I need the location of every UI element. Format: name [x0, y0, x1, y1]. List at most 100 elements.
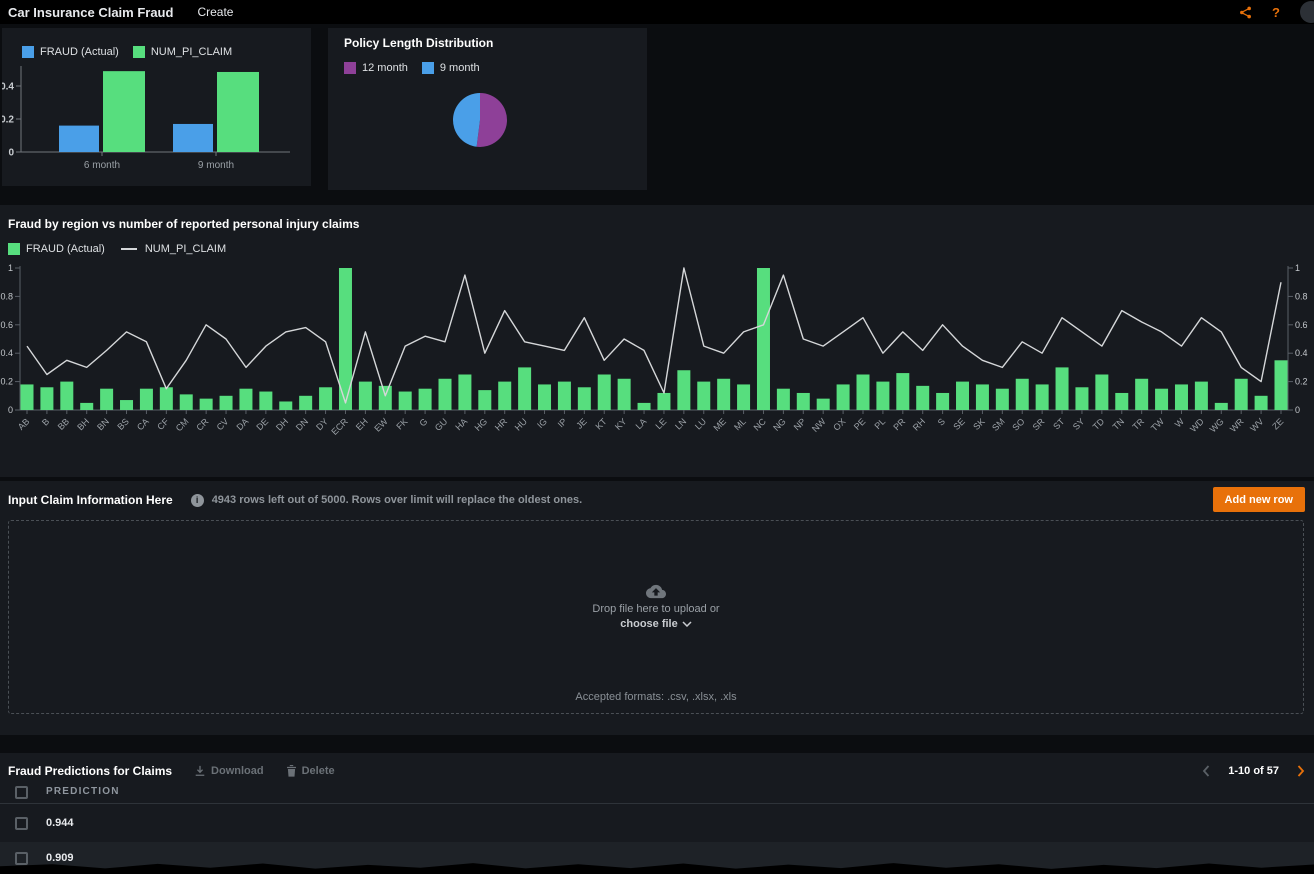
cloud-upload-icon [646, 583, 666, 600]
svg-text:0.4: 0.4 [0, 348, 13, 358]
legend-item-9month: 9 month [422, 62, 480, 74]
svg-text:SM: SM [990, 416, 1007, 433]
select-all-checkbox[interactable] [15, 786, 28, 799]
card-fraud-by-policy-length: FRAUD (Actual) NUM_PI_CLAIM 00.20.46 mon… [2, 28, 311, 186]
svg-text:0.6: 0.6 [0, 320, 13, 330]
svg-text:JE: JE [574, 416, 589, 431]
delete-button[interactable]: Delete [286, 765, 335, 777]
svg-text:RH: RH [911, 416, 927, 432]
svg-text:0.2: 0.2 [1295, 377, 1308, 387]
region-legend: FRAUD (Actual) NUM_PI_CLAIM [8, 243, 234, 255]
svg-text:0.2: 0.2 [2, 115, 14, 126]
legend-item-12month: 12 month [344, 62, 408, 74]
svg-text:NC: NC [752, 416, 769, 433]
legend-label: 12 month [362, 62, 408, 74]
app-screen: Car Insurance Claim Fraud Create ? FRAUD… [0, 0, 1314, 874]
help-icon[interactable]: ? [1272, 5, 1280, 20]
input-section-title: Input Claim Information Here [8, 493, 173, 507]
svg-text:DN: DN [294, 416, 310, 432]
menu-create[interactable]: Create [197, 5, 233, 19]
pagination: 1-10 of 57 [1202, 760, 1305, 782]
numpiclaim-swatch [133, 46, 145, 58]
svg-text:0: 0 [8, 148, 14, 159]
svg-text:0.4: 0.4 [2, 82, 14, 93]
legend-item-numpiclaim: NUM_PI_CLAIM [119, 243, 226, 255]
svg-text:ST: ST [1051, 416, 1067, 432]
pie-chart [328, 84, 647, 188]
svg-text:PE: PE [852, 416, 868, 432]
predictions-title: Fraud Predictions for Claims [8, 764, 172, 778]
svg-text:TR: TR [1131, 416, 1147, 432]
svg-text:OX: OX [831, 416, 847, 432]
svg-text:CM: CM [174, 416, 191, 433]
svg-text:EH: EH [354, 416, 370, 432]
svg-text:TN: TN [1111, 416, 1127, 432]
file-dropzone[interactable]: Drop file here to upload or choose file … [8, 520, 1304, 714]
svg-text:ECR: ECR [329, 416, 350, 437]
svg-text:DY: DY [314, 416, 330, 432]
share-icon[interactable] [1239, 6, 1252, 19]
svg-text:1: 1 [8, 263, 13, 273]
download-button[interactable]: Download [194, 765, 264, 777]
bar-chart: 00.20.46 month9 month [2, 62, 311, 180]
prediction-value: 0.944 [46, 817, 74, 829]
card-fraud-predictions: Fraud Predictions for Claims Download De… [0, 753, 1314, 874]
svg-text:DE: DE [254, 416, 270, 432]
svg-text:0.8: 0.8 [1295, 291, 1308, 301]
svg-text:SE: SE [951, 416, 967, 432]
svg-text:BB: BB [56, 416, 72, 432]
row-checkbox[interactable] [15, 852, 28, 865]
table-row: 0.944 [0, 804, 1314, 842]
accepted-formats-text: Accepted formats: .csv, .xlsx, .xls [9, 691, 1303, 703]
predictions-toolbar: Fraud Predictions for Claims Download De… [0, 760, 1314, 782]
svg-text:IP: IP [556, 416, 569, 429]
card-input-claim: Input Claim Information Here i 4943 rows… [0, 481, 1314, 735]
chevron-down-icon [682, 621, 692, 627]
input-section-header: Input Claim Information Here i 4943 rows… [0, 481, 1314, 519]
svg-text:SY: SY [1071, 416, 1087, 432]
svg-text:PL: PL [872, 416, 887, 431]
svg-text:ME: ME [711, 416, 728, 433]
svg-text:IG: IG [535, 416, 549, 430]
combo-chart: 000.20.20.40.40.60.60.80.811ABBBBBHBNBSC… [0, 256, 1314, 468]
page-title: Car Insurance Claim Fraud [8, 5, 173, 20]
svg-text:TD: TD [1091, 416, 1107, 432]
choose-file-label: choose file [620, 618, 677, 630]
chevron-left-icon [1202, 765, 1210, 777]
svg-text:9 month: 9 month [198, 160, 234, 171]
svg-text:CA: CA [135, 416, 151, 432]
svg-text:LA: LA [634, 416, 649, 431]
card-fraud-by-region: Fraud by region vs number of reported pe… [0, 205, 1314, 477]
download-label: Download [211, 765, 264, 777]
next-page-button[interactable] [1297, 765, 1305, 777]
svg-text:CR: CR [194, 416, 211, 433]
avatar[interactable] [1300, 1, 1314, 23]
svg-text:NW: NW [810, 416, 828, 434]
svg-text:ZE: ZE [1270, 416, 1285, 431]
add-new-row-button[interactable]: Add new row [1213, 487, 1305, 512]
prev-page-button[interactable] [1202, 765, 1210, 777]
svg-text:KY: KY [613, 416, 629, 432]
nine-month-swatch [422, 62, 434, 74]
svg-text:0: 0 [1295, 405, 1300, 415]
svg-text:W: W [1173, 416, 1186, 429]
svg-text:0.6: 0.6 [1295, 320, 1308, 330]
svg-text:SR: SR [1031, 416, 1047, 432]
svg-text:0.2: 0.2 [0, 377, 13, 387]
twelve-month-swatch [344, 62, 356, 74]
pagination-label: 1-10 of 57 [1228, 765, 1279, 777]
column-header-prediction: PREDICTION [46, 786, 120, 797]
table-header-row: PREDICTION [0, 783, 1314, 804]
choose-file-link[interactable]: choose file [620, 618, 691, 630]
pie-chart-title: Policy Length Distribution [344, 36, 493, 50]
legend-label: NUM_PI_CLAIM [145, 243, 226, 255]
fraud-swatch [8, 243, 20, 255]
svg-text:HG: HG [473, 416, 490, 433]
svg-text:SO: SO [1010, 416, 1026, 432]
row-checkbox[interactable] [15, 817, 28, 830]
delete-label: Delete [302, 765, 335, 777]
svg-text:GU: GU [433, 416, 450, 433]
drop-instruction: Drop file here to upload or [592, 603, 719, 615]
line-swatch [121, 248, 137, 250]
svg-text:HR: HR [493, 416, 510, 433]
